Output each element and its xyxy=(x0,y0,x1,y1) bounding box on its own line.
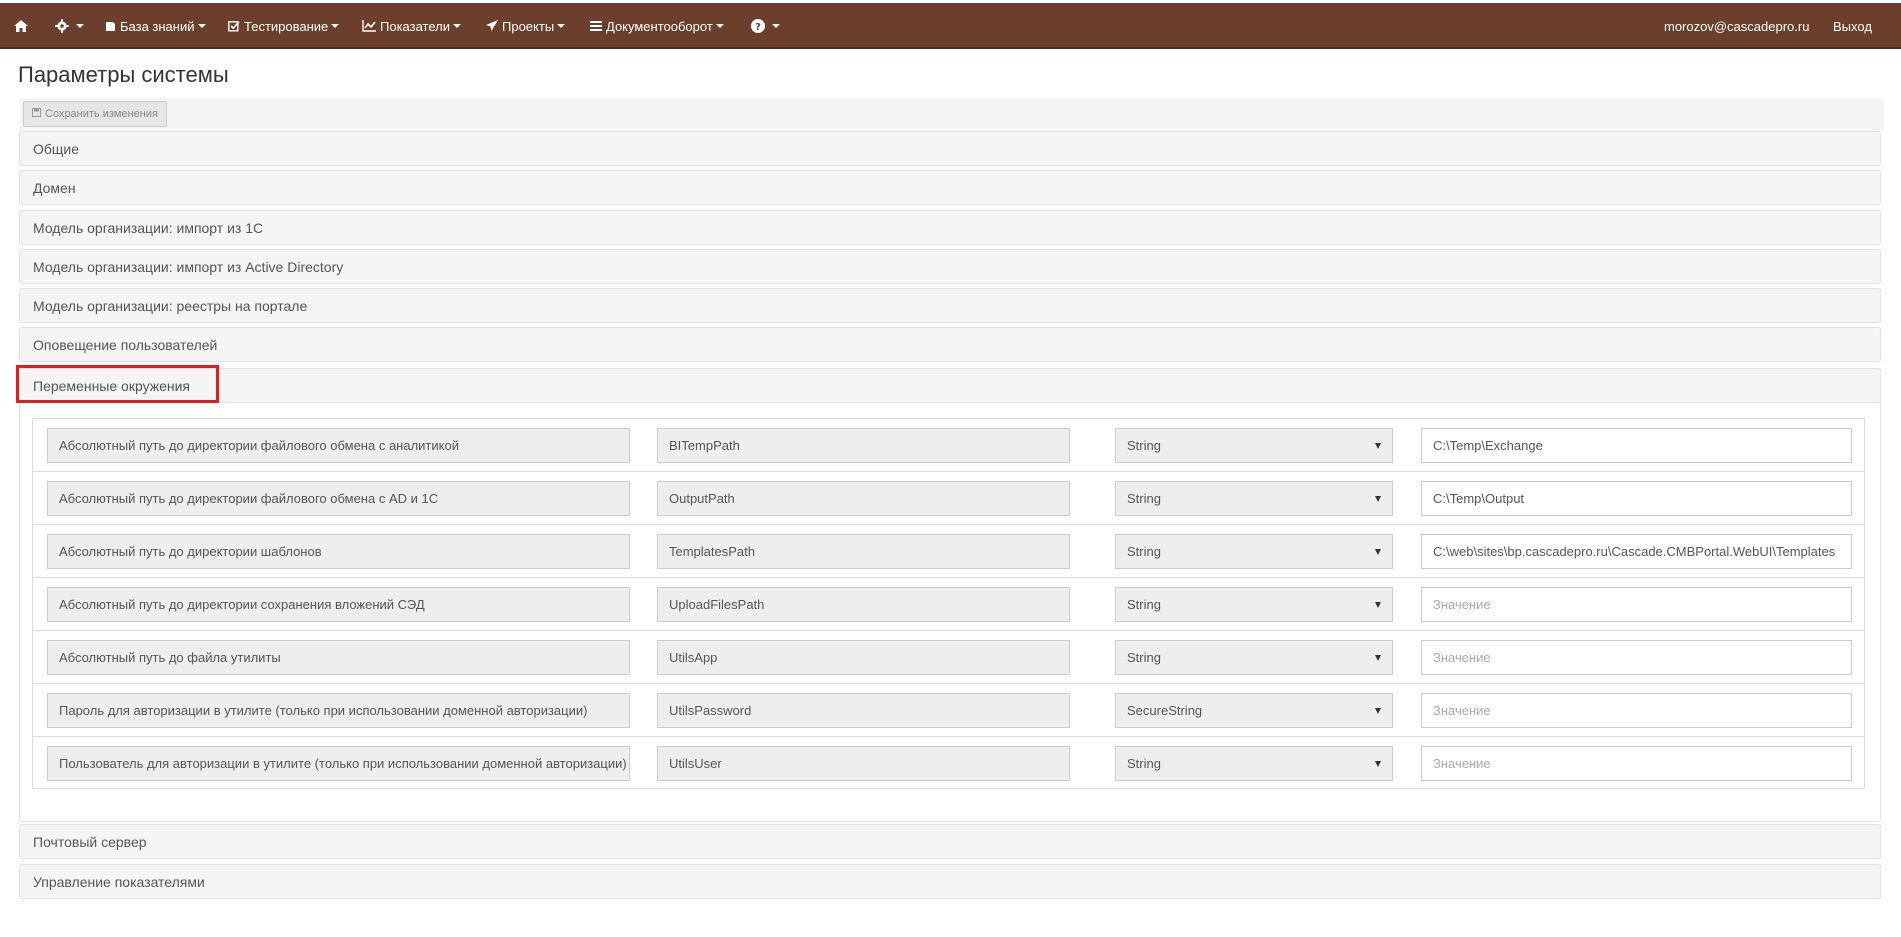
menu-testing[interactable]: Тестирование xyxy=(228,3,340,49)
list-icon xyxy=(590,21,602,31)
variable-value-input[interactable]: C:\Temp\Exchange xyxy=(1421,428,1852,463)
menu-documents[interactable]: Документооборот xyxy=(590,3,724,49)
table-row: Пользователь для авторизации в утилите (… xyxy=(33,737,1864,790)
chevron-down-icon xyxy=(197,24,206,28)
page-title: Параметры системы xyxy=(18,62,229,87)
menu-label: База знаний xyxy=(120,18,195,34)
variable-key: OutputPath xyxy=(657,481,1070,516)
gear-icon xyxy=(55,19,69,33)
variable-type-value: SecureString xyxy=(1127,703,1203,718)
dropdown-arrow-icon xyxy=(1375,495,1381,502)
variable-type-select[interactable]: String xyxy=(1115,481,1393,516)
variable-value-input[interactable]: Значение xyxy=(1421,746,1852,781)
variable-type-select[interactable]: String xyxy=(1115,746,1393,781)
logout-link[interactable]: Выход xyxy=(1833,3,1872,49)
variable-description: Пароль для авторизации в утилите (только… xyxy=(47,693,630,728)
variable-description: Абсолютный путь до директории шаблонов xyxy=(47,534,630,569)
variable-key: UtilsPassword xyxy=(657,693,1070,728)
variable-type-value: String xyxy=(1127,650,1161,665)
variable-type-value: String xyxy=(1127,491,1161,506)
settings-menu[interactable] xyxy=(55,3,84,49)
menu-label: Показатели xyxy=(380,18,450,34)
dropdown-arrow-icon xyxy=(1375,654,1381,661)
section-domain[interactable]: Домен xyxy=(19,170,1881,205)
save-button-label: Сохранить изменения xyxy=(45,108,158,120)
menu-indicators[interactable]: Показатели xyxy=(362,3,461,49)
variable-value-input[interactable]: Значение xyxy=(1421,693,1852,728)
variable-type-value: String xyxy=(1127,597,1161,612)
menu-label: Документооборот xyxy=(606,18,713,34)
section-portal-registries[interactable]: Модель организации: реестры на портале xyxy=(19,288,1881,323)
table-row: Абсолютный путь до директории сохранения… xyxy=(33,578,1864,631)
question-circle-icon: ? xyxy=(751,19,765,33)
section-import-1c[interactable]: Модель организации: импорт из 1С xyxy=(19,210,1881,245)
variable-value-input[interactable]: Значение xyxy=(1421,587,1852,622)
section-environment-variables-header[interactable]: Переменные окружения xyxy=(19,368,1881,403)
dropdown-arrow-icon xyxy=(1375,548,1381,555)
chevron-down-icon xyxy=(76,24,84,28)
dropdown-arrow-icon xyxy=(1375,442,1381,449)
home-icon xyxy=(14,20,28,32)
table-row: Абсолютный путь до директории файлового … xyxy=(33,472,1864,525)
table-row: Пароль для авторизации в утилите (только… xyxy=(33,684,1864,737)
variable-description: Пользователь для авторизации в утилите (… xyxy=(47,746,630,781)
paper-plane-icon xyxy=(486,20,498,32)
section-indicators-management[interactable]: Управление показателями xyxy=(19,864,1881,899)
floppy-icon xyxy=(32,108,41,120)
variable-key: UploadFilesPath xyxy=(657,587,1070,622)
variable-value-input[interactable]: C:\Temp\Output xyxy=(1421,481,1852,516)
user-email-link[interactable]: morozov@cascadepro.ru xyxy=(1664,3,1809,49)
checkbox-icon xyxy=(228,20,240,32)
section-mail-server[interactable]: Почтовый сервер xyxy=(19,824,1881,859)
variable-value-input[interactable]: Значение xyxy=(1421,640,1852,675)
dropdown-arrow-icon xyxy=(1375,601,1381,608)
chevron-down-icon xyxy=(331,24,340,28)
section-import-ad[interactable]: Модель организации: импорт из Active Dir… xyxy=(19,249,1881,284)
variable-key: BITempPath xyxy=(657,428,1070,463)
table-row: Абсолютный путь до директории шаблонов T… xyxy=(33,525,1864,578)
variable-key: UtilsUser xyxy=(657,746,1070,781)
book-icon xyxy=(105,21,116,32)
variable-description: Абсолютный путь до директории файлового … xyxy=(47,428,630,463)
variable-type-select[interactable]: SecureString xyxy=(1115,693,1393,728)
variable-key: UtilsApp xyxy=(657,640,1070,675)
top-navbar: База знаний Тестирование Показатели Прое… xyxy=(0,3,1901,49)
menu-label: Тестирование xyxy=(244,18,329,34)
menu-label: Проекты xyxy=(502,18,555,34)
variable-type-value: String xyxy=(1127,438,1161,453)
table-row: Абсолютный путь до директории файлового … xyxy=(33,419,1864,472)
chevron-down-icon xyxy=(715,24,724,28)
line-chart-icon xyxy=(362,20,376,32)
variable-type-select[interactable]: String xyxy=(1115,534,1393,569)
variable-description: Абсолютный путь до директории файлового … xyxy=(47,481,630,516)
variable-value-input[interactable]: C:\web\sites\bp.cascadepro.ru\Cascade.CM… xyxy=(1421,534,1852,569)
variable-type-value: String xyxy=(1127,756,1161,771)
section-user-notifications[interactable]: Оповещение пользователей xyxy=(19,327,1881,362)
variable-type-value: String xyxy=(1127,544,1161,559)
variable-type-select[interactable]: String xyxy=(1115,428,1393,463)
variable-key: TemplatesPath xyxy=(657,534,1070,569)
dropdown-arrow-icon xyxy=(1375,760,1381,767)
save-button[interactable]: Сохранить изменения xyxy=(23,101,167,127)
variables-table: Абсолютный путь до директории файлового … xyxy=(32,418,1865,789)
menu-knowledge-base[interactable]: База знаний xyxy=(105,3,206,49)
chevron-down-icon xyxy=(557,24,566,28)
menu-projects[interactable]: Проекты xyxy=(486,3,566,49)
variable-description: Абсолютный путь до директории сохранения… xyxy=(47,587,630,622)
chevron-down-icon xyxy=(453,24,461,28)
dropdown-arrow-icon xyxy=(1375,707,1381,714)
toolbar: Сохранить изменения xyxy=(20,98,1884,131)
help-menu[interactable]: ? xyxy=(751,3,780,49)
section-general[interactable]: Общие xyxy=(19,131,1881,166)
variable-description: Абсолютный путь до файла утилиты xyxy=(47,640,630,675)
svg-text:?: ? xyxy=(755,22,761,33)
table-row: Абсолютный путь до файла утилиты UtilsAp… xyxy=(33,631,1864,684)
variable-type-select[interactable]: String xyxy=(1115,587,1393,622)
chevron-down-icon xyxy=(772,24,780,28)
variable-type-select[interactable]: String xyxy=(1115,640,1393,675)
home-link[interactable] xyxy=(14,3,32,49)
